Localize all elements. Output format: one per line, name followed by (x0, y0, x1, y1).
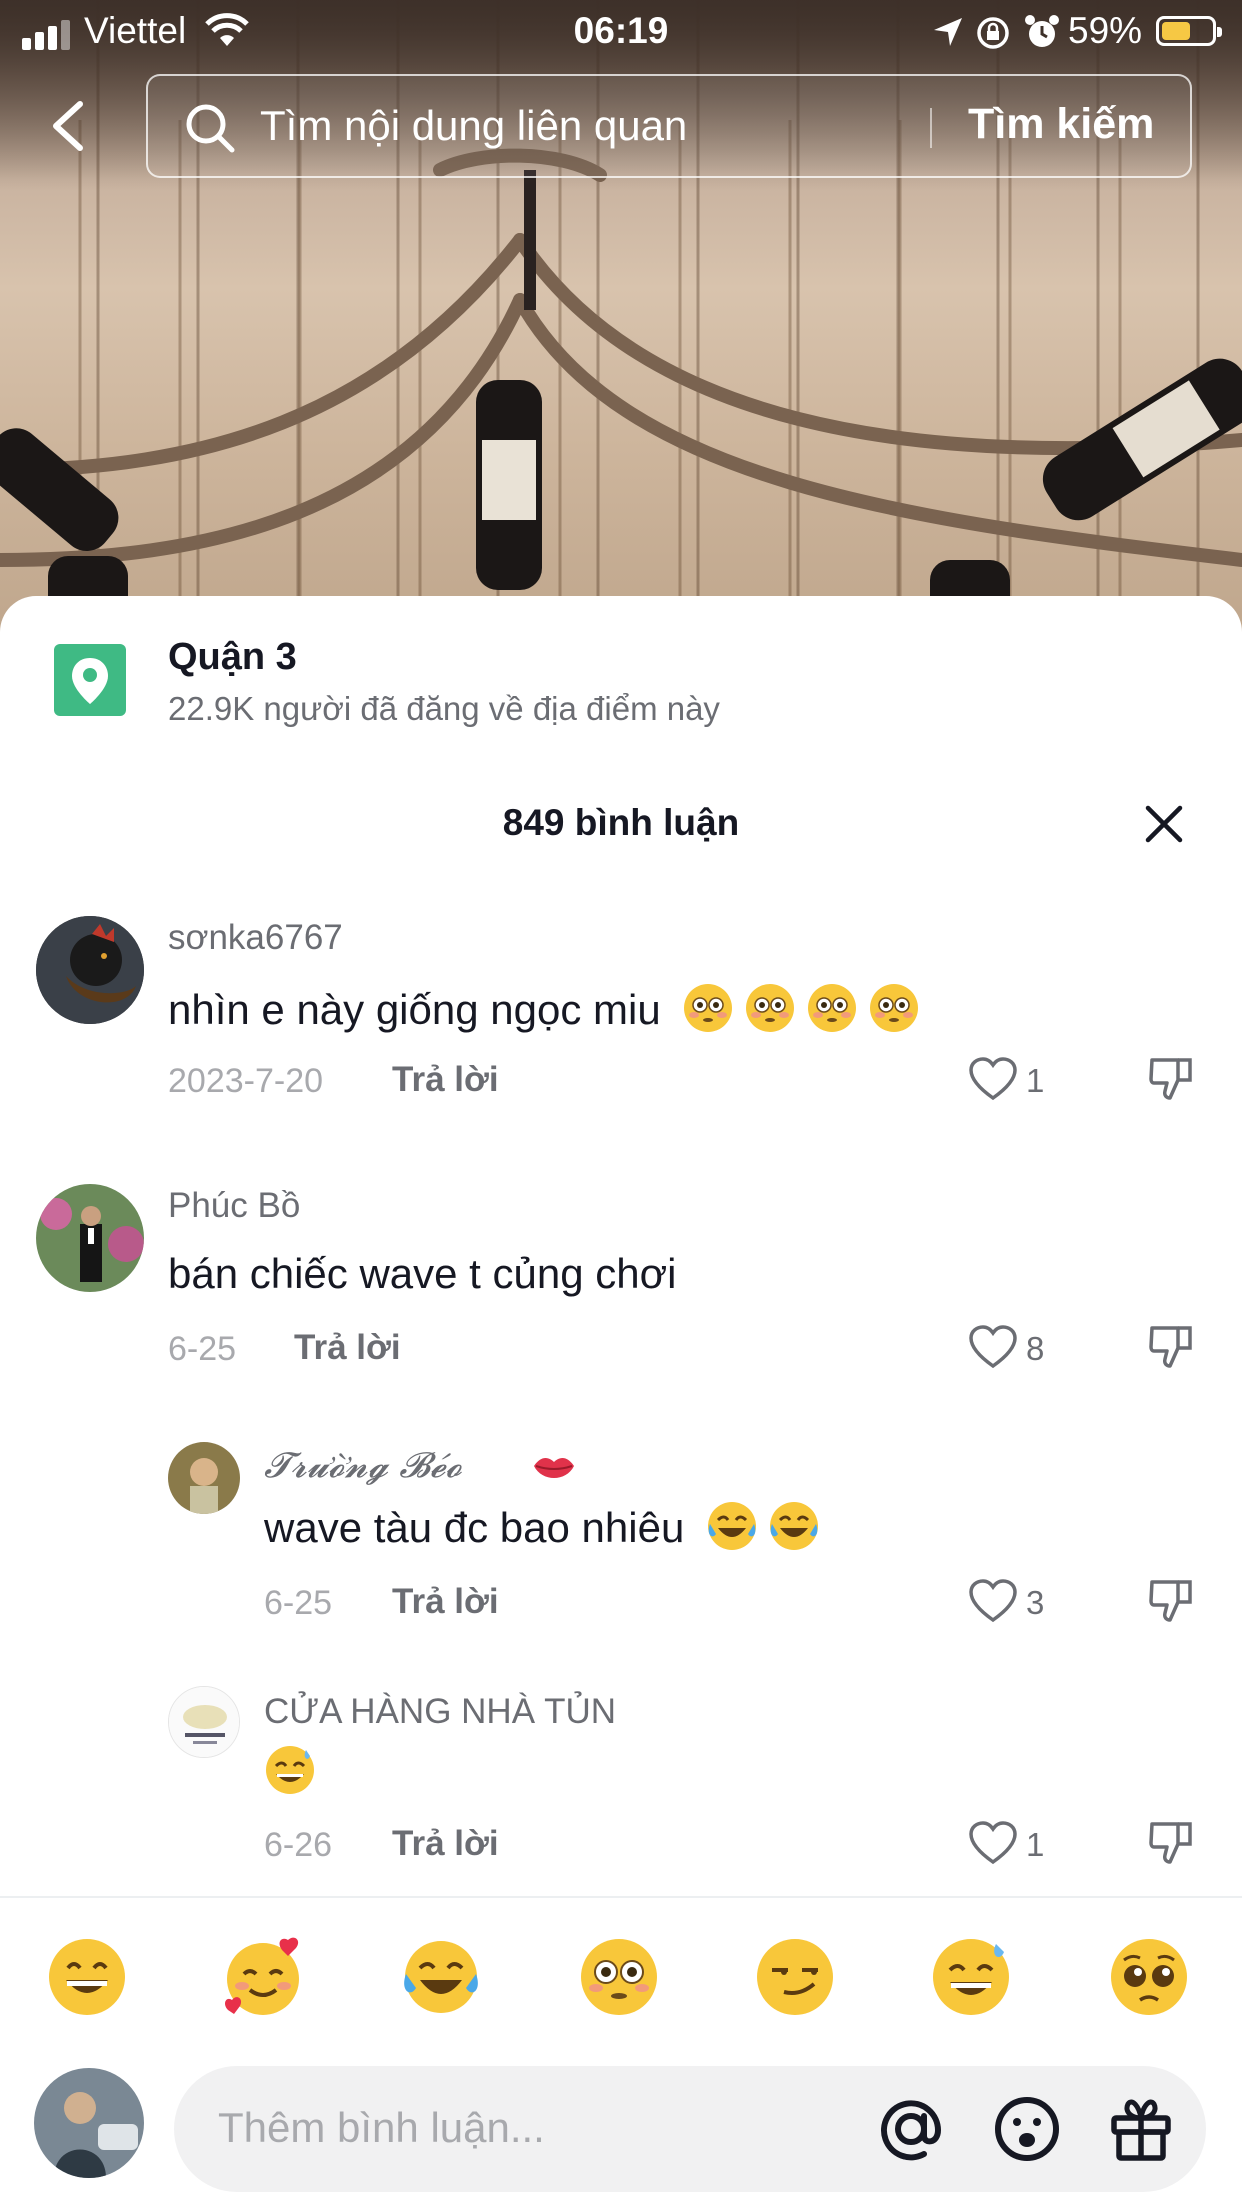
mention-icon[interactable] (876, 2094, 946, 2164)
reply-button[interactable]: Trả lời (392, 1824, 499, 1864)
lips-icon (534, 1458, 574, 1478)
alarm-icon (1025, 15, 1059, 47)
comment-input-placeholder: Thêm bình luận... (218, 2104, 545, 2151)
comment-username[interactable]: CỬA HÀNG NHÀ TỦN (264, 1692, 616, 1732)
location-name: Quận 3 (168, 636, 297, 678)
comment-text-body: wave tàu đc bao nhiêu (264, 1504, 685, 1551)
comment-input-row: Thêm bình luận... (0, 2040, 1242, 2207)
pleading-emoji-icon[interactable] (1108, 1936, 1190, 2018)
flushed-emoji-icon (684, 984, 733, 1032)
comment-date: 6-25 (264, 1584, 333, 1622)
gift-icon[interactable] (1106, 2094, 1176, 2164)
comments-header: 849 bình luận (0, 796, 1242, 876)
search-button[interactable]: Tìm kiếm (968, 100, 1154, 149)
battery-icon (1156, 16, 1222, 46)
dislike-icon[interactable] (1148, 1056, 1194, 1102)
reply-item: CỬA HÀNG NHÀ TỦN 6-26 Trả lời 1 (0, 1686, 1242, 1906)
dislike-icon[interactable] (1148, 1578, 1194, 1624)
reply-button[interactable]: Trả lời (392, 1060, 499, 1100)
location-pin-icon (54, 644, 126, 716)
comment-text: nhìn e này giống ngọc miu (168, 982, 920, 1034)
dislike-icon[interactable] (1148, 1820, 1194, 1866)
battery-fill (1162, 22, 1191, 40)
sweat-smile-emoji-icon (266, 1746, 314, 1794)
heart-icon[interactable] (968, 1820, 1018, 1866)
like-count: 1 (1026, 1062, 1045, 1099)
avatar[interactable] (168, 1686, 240, 1758)
comment-date: 2023-7-20 (168, 1062, 324, 1100)
reply-item: 𝓣𝓻𝓾̛𝓸̛̀𝓷𝓰 𝓑𝓮́𝓸 wave tàu đc bao nhiêu 6-2… (0, 1442, 1242, 1662)
comment-username[interactable]: Phúc Bồ (168, 1186, 300, 1226)
location-arrow-icon (934, 18, 962, 46)
flushed-emoji-icon (870, 984, 919, 1032)
search-icon (186, 104, 235, 153)
reply-button[interactable]: Trả lời (392, 1582, 499, 1622)
comment-item: Phúc Bồ bán chiếc wave t củng chơi 6-25 … (0, 1184, 1242, 1404)
comment-text-body: nhìn e này giống ngọc miu (168, 986, 661, 1033)
tears-of-joy-emoji-icon (707, 1502, 756, 1550)
flushed-emoji-icon (808, 984, 857, 1032)
comment-username[interactable]: 𝓣𝓻𝓾̛𝓸̛̀𝓷𝓰 𝓑𝓮́𝓸 (264, 1446, 462, 1486)
search-bar[interactable]: Tìm nội dung liên quan Tìm kiếm (146, 74, 1192, 178)
comment-date: 6-25 (168, 1330, 237, 1368)
comment-text: wave tàu đc bao nhiêu (264, 1500, 820, 1552)
sweat-smile-emoji-icon[interactable] (930, 1936, 1012, 2018)
comment-item: sơnka6767 nhìn e này giống ngọc miu 2023… (0, 916, 1242, 1136)
comment-username[interactable]: sơnka6767 (168, 918, 343, 958)
heart-icon[interactable] (968, 1324, 1018, 1370)
my-avatar[interactable] (34, 2068, 144, 2178)
tears-of-joy-emoji-icon (769, 1502, 818, 1550)
heart-icon[interactable] (968, 1578, 1018, 1624)
avatar[interactable] (36, 916, 144, 1024)
like-count: 8 (1026, 1330, 1045, 1367)
avatar[interactable] (36, 1184, 144, 1292)
location-banner[interactable]: Quận 3 22.9K người đã đăng về địa điểm n… (0, 596, 1242, 766)
status-bar: Viettel 06:19 59% (0, 0, 1242, 62)
battery-percent: 59% (1068, 10, 1143, 51)
search-input[interactable]: Tìm nội dung liên quan (260, 102, 687, 150)
comment-date: 6-26 (264, 1826, 333, 1864)
flushed-emoji-icon (746, 984, 795, 1032)
like-count: 3 (1026, 1584, 1045, 1621)
location-subtitle: 22.9K người đã đăng về địa điểm này (168, 690, 720, 727)
comment-text: bán chiếc wave t củng chơi (168, 1250, 677, 1297)
flushed-emoji-icon[interactable] (578, 1936, 660, 2018)
grinning-emoji-icon[interactable] (46, 1936, 128, 2018)
dislike-icon[interactable] (1148, 1324, 1194, 1370)
rotation-lock-icon (977, 17, 1009, 49)
like-count: 1 (1026, 1826, 1045, 1863)
reply-button[interactable]: Trả lời (294, 1328, 401, 1368)
close-button[interactable] (1144, 804, 1184, 844)
comment-text (264, 1744, 316, 1796)
smirk-emoji-icon[interactable] (754, 1936, 836, 2018)
comment-count: 849 bình luận (502, 802, 740, 843)
emoji-picker-icon[interactable] (992, 2094, 1062, 2164)
comment-input[interactable]: Thêm bình luận... (174, 2066, 1206, 2192)
smiling-hearts-emoji-icon[interactable] (222, 1936, 304, 2018)
back-button[interactable] (40, 96, 100, 156)
heart-icon[interactable] (968, 1056, 1018, 1102)
search-divider (930, 108, 932, 148)
avatar[interactable] (168, 1442, 240, 1514)
quick-emoji-bar (0, 1896, 1242, 2036)
tears-of-joy-emoji-icon[interactable] (400, 1936, 482, 2018)
